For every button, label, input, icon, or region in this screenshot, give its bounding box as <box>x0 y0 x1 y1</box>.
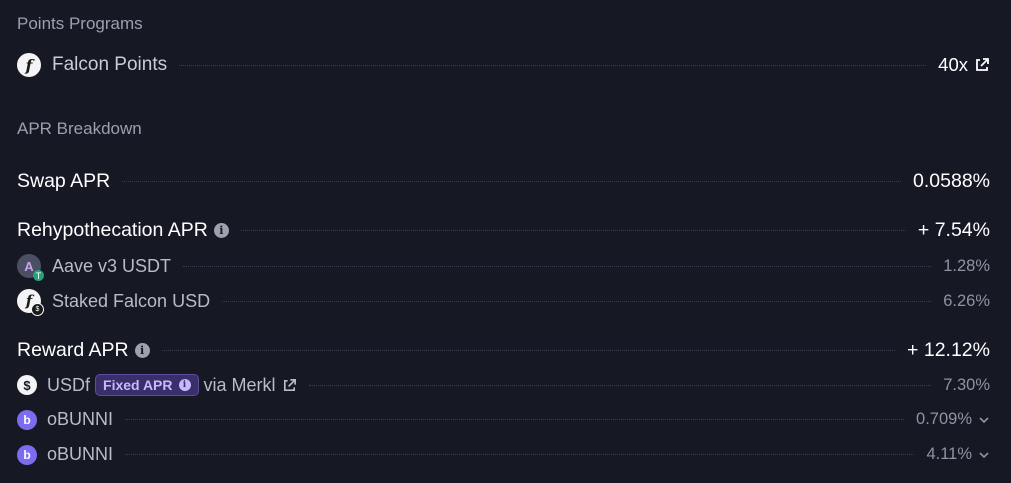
swap-apr-row: Swap APR 0.0588% <box>17 170 990 193</box>
apr-breakdown-heading: APR Breakdown <box>17 119 142 138</box>
points-programs-heading: Points Programs <box>17 14 143 33</box>
aave-usdt-value: 1.28% <box>943 256 990 275</box>
rehypothecation-apr-row: Rehypothecation APR i + 7.54% <box>17 219 990 242</box>
falcon-points-multiplier: 40x <box>938 54 968 75</box>
reward-apr-value: + 12.12% <box>907 339 990 361</box>
aave-usdt-row: A T Aave v3 USDT 1.28% <box>17 254 990 281</box>
aave-token-icon: A T <box>17 254 44 281</box>
bunni-token-icon: b <box>17 409 37 430</box>
obunni-row-1: b oBUNNI 0.709% <box>17 409 990 430</box>
via-merkl-link[interactable]: via Merkl <box>204 375 276 396</box>
rehypothecation-apr-label: Rehypothecation APR <box>17 219 208 241</box>
leader-dots <box>308 384 932 386</box>
falcon-points-link[interactable]: 40x <box>938 54 990 76</box>
fixed-apr-badge[interactable]: Fixed APR i <box>95 374 199 396</box>
obunni-label: oBUNNI <box>47 409 114 429</box>
tether-badge-icon: T <box>33 270 44 281</box>
leader-dots <box>125 419 905 420</box>
bunni-token-icon: b <box>17 444 37 465</box>
external-link-icon[interactable] <box>974 57 990 73</box>
leader-dots <box>179 64 927 66</box>
leader-dots <box>183 265 932 267</box>
staked-falcon-label: Staked Falcon USD <box>52 290 211 311</box>
obunni-value: 0.709% <box>916 410 972 428</box>
falcon-logo-icon: f <box>17 53 41 77</box>
staked-falcon-icon: f $ <box>17 289 44 316</box>
usdf-row: $ USDf Fixed APR i via Merkl 7.30% <box>17 374 990 396</box>
leader-dots <box>240 230 906 231</box>
staked-falcon-value: 6.26% <box>943 291 990 310</box>
dollar-badge-icon: $ <box>31 303 44 316</box>
obunni-row-2: b oBUNNI 4.11% <box>17 444 990 465</box>
staked-falcon-usd-row: f $ Staked Falcon USD 6.26% <box>17 289 990 316</box>
obunni-value-toggle[interactable]: 4.11% <box>926 445 990 464</box>
reward-apr-row: Reward APR i + 12.12% <box>17 339 990 362</box>
info-icon[interactable]: i <box>134 343 150 358</box>
reward-apr-title: Reward APR i <box>17 339 150 362</box>
rehypothecation-apr-value: + 7.54% <box>917 219 990 241</box>
info-icon[interactable]: i <box>213 223 229 238</box>
obunni-value-toggle[interactable]: 0.709% <box>916 410 990 429</box>
aave-usdt-label: Aave v3 USDT <box>52 255 172 276</box>
swap-apr-value: 0.0588% <box>913 170 990 192</box>
fixed-apr-label: Fixed APR <box>103 377 173 393</box>
falcon-points-label: Falcon Points <box>52 54 168 75</box>
usdf-token-icon: $ <box>17 375 37 395</box>
usdf-value: 7.30% <box>943 375 990 394</box>
rehypothecation-apr-title: Rehypothecation APR i <box>17 219 229 242</box>
leader-dots <box>161 350 896 351</box>
leader-dots <box>222 300 932 302</box>
obunni-label: oBUNNI <box>47 444 114 464</box>
chevron-down-icon <box>978 414 990 426</box>
usdf-label-group: USDf Fixed APR i via Merkl <box>47 374 297 396</box>
falcon-points-row: f Falcon Points 40x <box>17 53 990 77</box>
usdf-label: USDf <box>47 374 91 395</box>
reward-apr-label: Reward APR <box>17 339 129 361</box>
external-link-icon[interactable] <box>282 378 297 393</box>
chevron-down-icon <box>978 449 990 461</box>
leader-dots <box>125 454 915 455</box>
via-merkl-label: via Merkl <box>203 374 276 395</box>
leader-dots <box>122 181 902 182</box>
swap-apr-label: Swap APR <box>17 170 111 192</box>
obunni-value: 4.11% <box>926 445 972 463</box>
info-icon: i <box>178 379 191 391</box>
